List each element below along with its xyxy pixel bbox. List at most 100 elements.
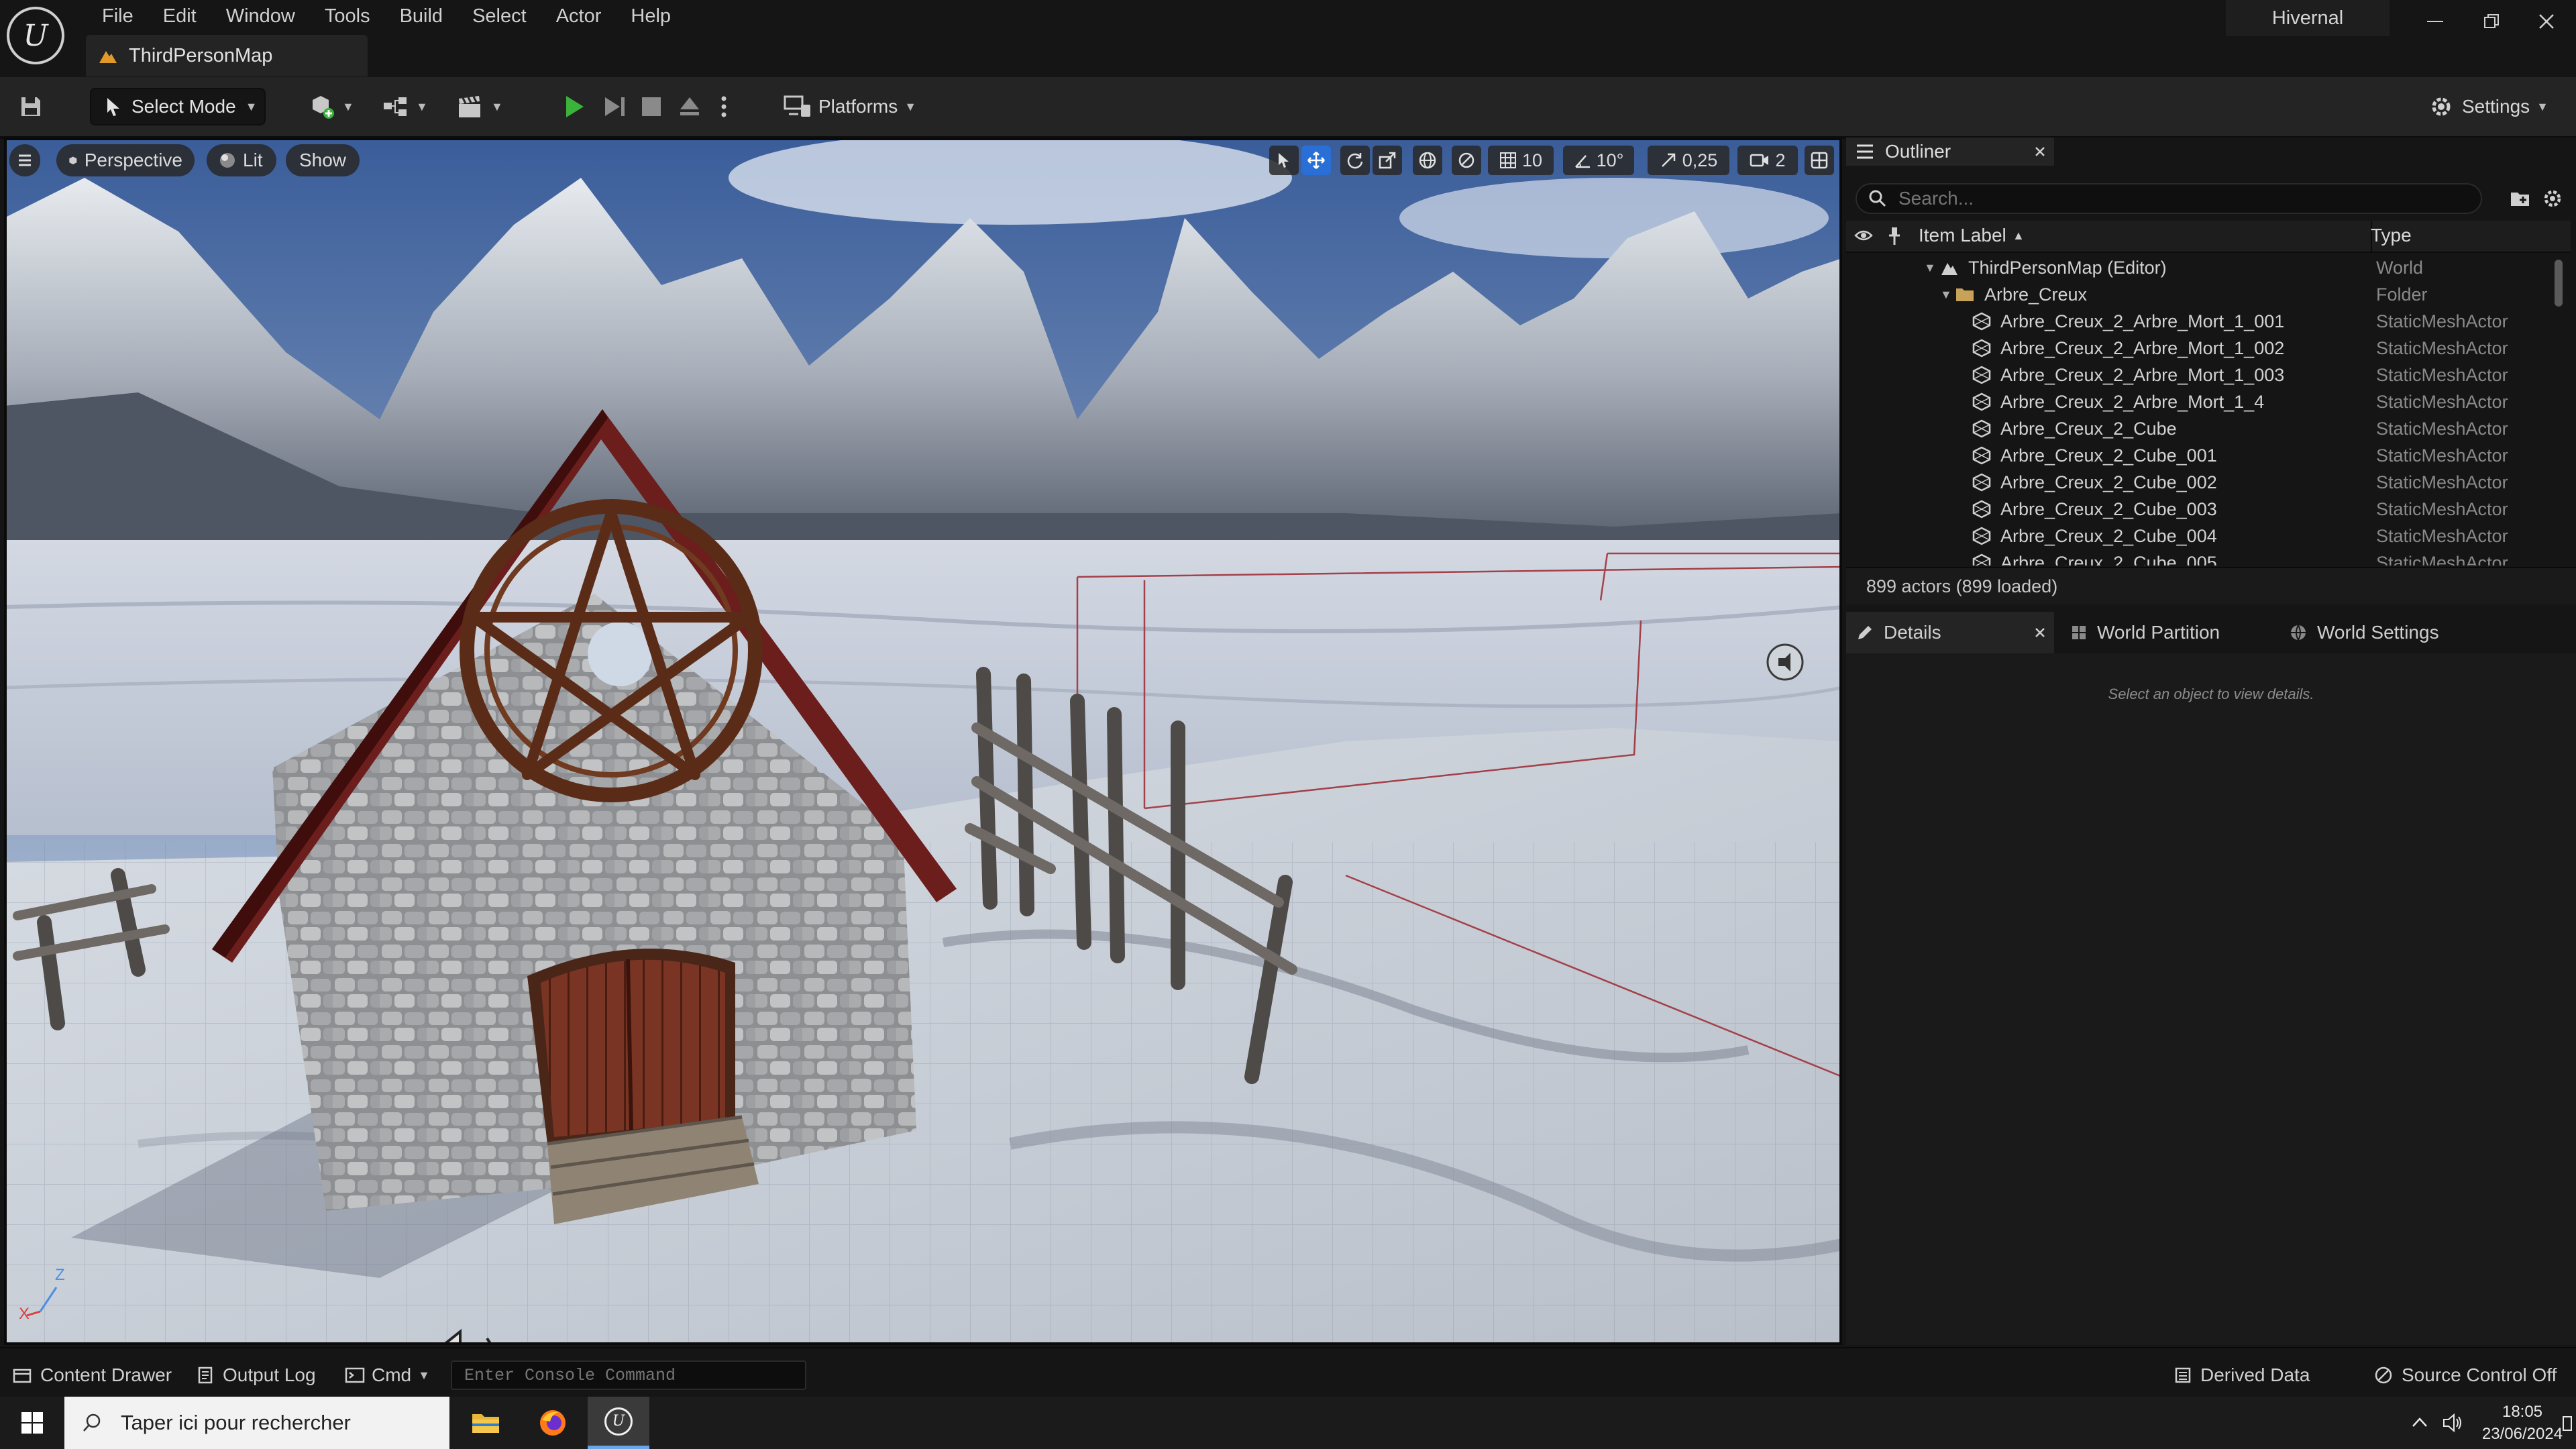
cube-icon (69, 156, 77, 164)
unreal-editor-taskbar-icon[interactable]: U (588, 1397, 649, 1449)
add-actor-button[interactable]: ▼ (309, 88, 354, 125)
tree-row-actor[interactable]: Arbre_Creux_2_Cube_004 StaticMeshActor (1846, 523, 2557, 549)
tree-row-actor[interactable]: Arbre_Creux_2_Cube_001 StaticMeshActor (1846, 442, 2557, 469)
menu-actor[interactable]: Actor (541, 0, 616, 34)
taskbar-search-box[interactable] (64, 1397, 449, 1449)
advance-frame-button[interactable] (601, 88, 628, 125)
content-drawer-label: Content Drawer (40, 1364, 172, 1385)
menu-build[interactable]: Build (385, 0, 458, 34)
close-window-icon[interactable] (2526, 5, 2567, 38)
file-explorer-icon[interactable] (455, 1397, 517, 1449)
show-flags-button[interactable]: Show (286, 144, 360, 176)
select-mode-dropdown[interactable]: Select Mode ▼ (90, 88, 266, 125)
details-empty-message: Select an object to view details. (2108, 686, 2314, 702)
tree-row-actor[interactable]: Arbre_Creux_2_Arbre_Mort_1_4 StaticMeshA… (1846, 388, 2557, 415)
tree-row-actor[interactable]: Arbre_Creux_2_Arbre_Mort_1_003 StaticMes… (1846, 362, 2557, 388)
world-local-toggle[interactable] (1413, 146, 1442, 175)
grid-snap-value: 10 (1521, 150, 1543, 170)
camera-speed-button[interactable]: 2 (1737, 146, 1798, 175)
outliner-tab[interactable]: Outliner (1846, 138, 2054, 166)
menu-help[interactable]: Help (616, 0, 686, 34)
output-log-button[interactable]: Output Log (196, 1348, 316, 1402)
level-tab[interactable]: ThirdPersonMap (86, 35, 368, 76)
translate-tool-button[interactable] (1301, 146, 1331, 175)
console-command-field[interactable] (451, 1360, 806, 1390)
axis-z-label: Z (55, 1266, 65, 1284)
menu-edit[interactable]: Edit (148, 0, 211, 34)
world-settings-globe-icon (2291, 625, 2306, 642)
tab-world-settings[interactable]: World Settings (2289, 612, 2439, 653)
outliner-search-box[interactable] (1856, 183, 2482, 214)
derived-data-button[interactable]: Derived Data (2174, 1348, 2310, 1402)
tab-world-partition[interactable]: World Partition (2070, 612, 2220, 653)
cmd-dropdown[interactable]: Cmd ▼ (345, 1348, 430, 1402)
minimize-icon[interactable] (2415, 5, 2455, 38)
source-control-off-icon (2375, 1366, 2392, 1384)
taskbar-search-input[interactable] (119, 1410, 437, 1436)
surface-snap-button[interactable] (1452, 146, 1481, 175)
scale-tool-button[interactable] (1373, 146, 1402, 175)
viewport-layout-button[interactable] (1805, 146, 1834, 175)
cinematics-button[interactable]: ▼ (456, 88, 503, 125)
perspective-button[interactable]: Perspective (56, 144, 195, 176)
outliner-settings-gear-icon[interactable] (2541, 187, 2564, 210)
tree-row-actor[interactable]: Arbre_Creux_2_Cube StaticMeshActor (1846, 415, 2557, 442)
viewport-options-button[interactable] (9, 144, 40, 176)
settings-label: Settings (2462, 96, 2530, 117)
firefox-icon[interactable] (522, 1397, 584, 1449)
tree-row-actor[interactable]: Arbre_Creux_2_Cube_002 StaticMeshActor (1846, 469, 2557, 496)
column-type[interactable]: Type (2371, 225, 2412, 246)
scale-snap-button[interactable]: 0,25 (1648, 146, 1729, 175)
chevron-down-icon: ▼ (2536, 99, 2548, 113)
rotation-snap-button[interactable]: 10° (1563, 146, 1634, 175)
close-tab-icon[interactable] (2034, 627, 2046, 639)
chevron-up-icon[interactable] (2411, 1415, 2428, 1429)
tree-row-world[interactable]: ▼ ThirdPersonMap (Editor) World (1846, 254, 2557, 281)
notification-icon[interactable] (2563, 1415, 2572, 1432)
select-tool-button[interactable] (1269, 146, 1299, 175)
add-folder-icon[interactable] (2509, 187, 2532, 210)
unreal-logo-icon[interactable]: U (7, 7, 64, 64)
pin-icon[interactable] (1888, 226, 1901, 246)
stop-button[interactable] (640, 88, 663, 125)
play-options-button[interactable] (720, 88, 727, 125)
tree-row-type: StaticMeshActor (2376, 525, 2508, 546)
chevron-down-icon: ▼ (342, 99, 354, 113)
view-mode-lit-button[interactable]: Lit (207, 144, 276, 176)
column-item-label[interactable]: Item Label (1919, 225, 2006, 246)
expand-arrow-icon[interactable]: ▼ (1924, 261, 1936, 275)
console-command-input[interactable] (452, 1362, 805, 1389)
restore-icon[interactable] (2471, 5, 2512, 38)
tree-row-folder[interactable]: ▼ Arbre_Creux Folder (1846, 281, 2557, 308)
close-tab-icon[interactable] (2034, 146, 2046, 158)
tree-row-actor[interactable]: Arbre_Creux_2_Arbre_Mort_1_001 StaticMes… (1846, 308, 2557, 335)
grid-snap-button[interactable]: 10 (1488, 146, 1554, 175)
main-toolbar: Select Mode ▼ ▼ ▼ ▼ Platforms ▼ Settings… (0, 77, 2576, 139)
level-viewport[interactable]: Perspective Lit Show 10 10° 0,25 2 Z X (4, 138, 1842, 1345)
gear-icon (2432, 97, 2451, 116)
blueprint-button[interactable]: ▼ (382, 88, 428, 125)
eye-icon[interactable] (1854, 229, 1873, 242)
tree-row-actor[interactable]: Arbre_Creux_2_Cube_003 StaticMeshActor (1846, 496, 2557, 523)
windows-start-icon[interactable] (1, 1397, 63, 1449)
tab-details[interactable]: Details (1846, 612, 2054, 653)
menu-select[interactable]: Select (458, 0, 541, 34)
eject-button[interactable] (678, 88, 702, 125)
save-icon[interactable] (19, 88, 43, 125)
menu-file[interactable]: File (87, 0, 148, 34)
platforms-dropdown[interactable]: Platforms ▼ (784, 88, 916, 125)
tree-row-actor[interactable]: Arbre_Creux_2_Cube_005 StaticMeshActor (1846, 549, 2557, 566)
tree-row-label: Arbre_Creux_2_Cube_002 (2000, 472, 2217, 492)
tree-row-actor[interactable]: Arbre_Creux_2_Arbre_Mort_1_002 StaticMes… (1846, 335, 2557, 362)
menu-tools[interactable]: Tools (310, 0, 385, 34)
source-control-button[interactable]: Source Control Off (2373, 1348, 2557, 1402)
menu-window[interactable]: Window (211, 0, 310, 34)
settings-dropdown[interactable]: Settings ▼ (2428, 88, 2548, 125)
expand-arrow-icon[interactable]: ▼ (1940, 288, 1952, 302)
content-drawer-button[interactable]: Content Drawer (12, 1348, 172, 1402)
outliner-search-input[interactable] (1897, 187, 2450, 210)
taskbar-clock[interactable]: 18:05 23/06/2024 (2442, 1401, 2576, 1445)
rotate-tool-button[interactable] (1340, 146, 1370, 175)
play-button[interactable] (561, 88, 588, 125)
outliner-scrollbar[interactable] (2555, 260, 2563, 307)
